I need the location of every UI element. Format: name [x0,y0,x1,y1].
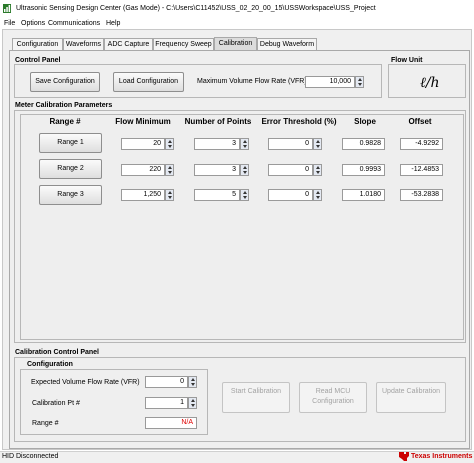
update-calibration-button[interactable]: Update Calibration [376,382,446,413]
threshold-1-spinner[interactable] [313,138,322,150]
calibration-pt-spinner[interactable] [188,397,197,409]
threshold-2-spinner[interactable] [313,164,322,176]
slope-3-field: 1.0180 [342,189,385,201]
column-header-range: Range # [49,117,81,126]
save-configuration-button[interactable]: Save Configuration [30,72,100,92]
range-1-button[interactable]: Range 1 [39,133,102,153]
menu-communications[interactable]: Communications [48,20,100,27]
configuration-subtitle: Configuration [27,361,73,368]
column-header-number-of-points: Number of Points [184,117,252,126]
meter-calibration-title: Meter Calibration Parameters [15,102,113,109]
offset-2-field: -12.4853 [400,164,443,176]
load-configuration-button[interactable]: Load Configuration [113,72,184,92]
offset-1-field: -4.9292 [400,138,443,150]
range-2-button[interactable]: Range 2 [39,159,102,179]
column-header-flow-minimum: Flow Minimum [115,117,171,126]
offset-3-field: -53.2838 [400,189,443,201]
calibration-pt-input[interactable]: 1 [145,397,188,409]
flow-min-3-spinner[interactable] [165,189,174,201]
points-1-input[interactable]: 3 [194,138,240,150]
expected-vfr-spinner[interactable] [188,376,197,388]
slope-1-field: 0.9828 [342,138,385,150]
menu-bar: File Options Communications Help [0,17,474,29]
calibration-control-title: Calibration Control Panel [15,349,100,356]
range-3-button[interactable]: Range 3 [39,185,102,205]
flow-unit-value: ℓ/h [420,75,440,91]
start-calibration-button[interactable]: Start Calibration [222,382,290,413]
column-header-error-threshold: Error Threshold (%) [261,117,337,126]
control-panel-title: Control Panel [15,57,61,64]
flow-min-3-input[interactable]: 1,250 [121,189,165,201]
points-2-input[interactable]: 3 [194,164,240,176]
range-number-value: N/A [145,417,197,429]
menu-options[interactable]: Options [21,20,45,27]
points-3-input[interactable]: 5 [194,189,240,201]
flow-unit-title: Flow Unit [391,57,423,64]
points-3-spinner[interactable] [240,189,249,201]
tab-calibration[interactable]: Calibration [214,37,257,51]
flow-min-2-input[interactable]: 220 [121,164,165,176]
flow-min-2-spinner[interactable] [165,164,174,176]
threshold-2-input[interactable]: 0 [268,164,313,176]
window-title: Ultrasonic Sensing Design Center (Gas Mo… [16,5,376,12]
flow-min-1-spinner[interactable] [165,138,174,150]
expected-vfr-label: Expected Volume Flow Rate (VFR) [31,379,140,386]
flow-min-1-input[interactable]: 20 [121,138,165,150]
menu-help[interactable]: Help [106,20,120,27]
max-vfr-label: Maximum Volume Flow Rate (VFR) [197,78,307,85]
points-2-spinner[interactable] [240,164,249,176]
threshold-3-spinner[interactable] [313,189,322,201]
expected-vfr-input[interactable]: 0 [145,376,188,388]
max-vfr-spinner[interactable] [355,76,364,88]
threshold-1-input[interactable]: 0 [268,138,313,150]
column-header-offset: Offset [408,117,432,126]
menu-file[interactable]: File [4,20,15,27]
texas-instruments-logo-icon [399,452,409,461]
calibration-pt-label: Calibration Pt # [32,400,80,407]
points-1-spinner[interactable] [240,138,249,150]
read-mcu-configuration-button[interactable]: Read MCU Configuration [299,382,367,413]
range-number-label: Range # [32,420,59,427]
app-icon [3,4,11,13]
slope-2-field: 0.9993 [342,164,385,176]
max-vfr-input[interactable]: 10,000 [305,76,355,88]
column-header-slope: Slope [354,117,376,126]
connection-status: HID Disconnected [2,453,59,460]
threshold-3-input[interactable]: 0 [268,189,313,201]
brand-name: Texas Instruments [411,453,473,460]
